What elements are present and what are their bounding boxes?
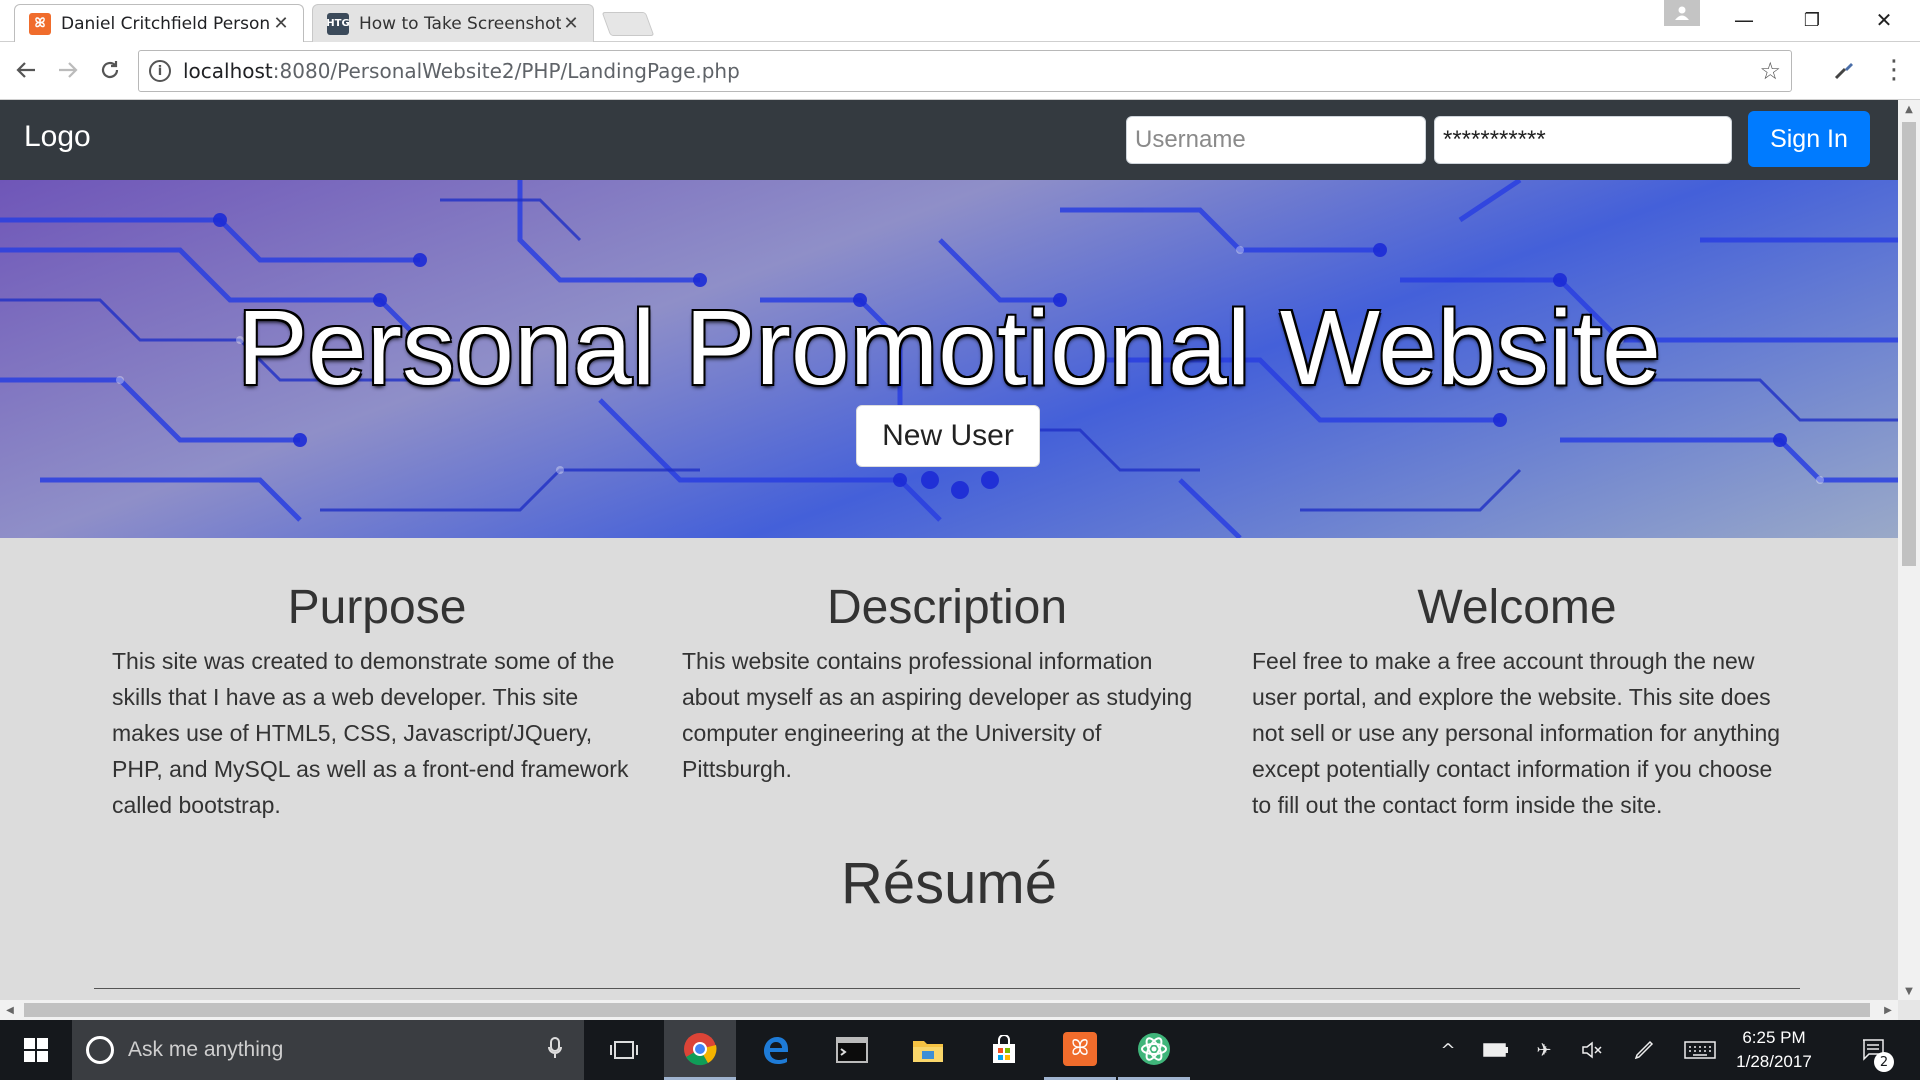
description-section: Description This website contains profes… — [682, 580, 1212, 787]
touch-keyboard-icon[interactable] — [1680, 1020, 1720, 1080]
close-icon[interactable]: ✕ — [271, 13, 291, 34]
browser-toolbar: i localhost :8080/PersonalWebsite2/PHP/L… — [0, 42, 1920, 100]
store-taskbar-icon[interactable] — [968, 1020, 1040, 1080]
new-tab-button[interactable] — [601, 12, 655, 36]
reload-button[interactable] — [92, 52, 128, 88]
menu-kebab-icon[interactable]: ⋮ — [1876, 52, 1912, 88]
site-logo[interactable]: Logo — [24, 120, 91, 154]
xampp-icon: ꕤ — [29, 12, 51, 35]
task-view-icon[interactable] — [588, 1020, 660, 1080]
battery-icon[interactable] — [1478, 1020, 1514, 1080]
notification-center-icon[interactable]: 2 — [1852, 1020, 1896, 1080]
url-host: localhost — [183, 59, 273, 83]
scroll-up-arrow-icon[interactable]: ▲ — [1898, 100, 1920, 118]
restore-button[interactable]: ❐ — [1784, 0, 1840, 40]
system-clock[interactable]: 6:25 PM 1/28/2017 — [1726, 1026, 1822, 1074]
arrow-right-icon — [59, 62, 78, 78]
section-text: Feel free to make a free account through… — [1252, 648, 1781, 818]
scroll-down-arrow-icon[interactable]: ▼ — [1898, 982, 1920, 1000]
resume-heading: Résumé — [841, 851, 1057, 916]
tab-title: Daniel Critchfield Persona — [61, 13, 271, 34]
volume-muted-icon[interactable] — [1574, 1020, 1610, 1080]
file-explorer-taskbar-icon[interactable] — [892, 1020, 964, 1080]
section-title: Purpose — [287, 581, 467, 634]
eyedropper-extension-icon[interactable] — [1826, 52, 1862, 88]
chevron-up-icon[interactable]: ^ — [1432, 1020, 1464, 1080]
windows-taskbar: Ask me anything ꕤ ^ ✈ 6:25 PM 1/28/2017 … — [0, 1020, 1920, 1080]
section-text: This site was created to demonstrate som… — [112, 648, 629, 818]
address-bar[interactable]: i localhost :8080/PersonalWebsite2/PHP/L… — [138, 50, 1792, 92]
atom-taskbar-icon[interactable] — [1118, 1020, 1190, 1080]
search-placeholder: Ask me anything — [128, 1038, 284, 1061]
tab-how-to-take-screenshots[interactable]: HTG How to Take Screenshots ✕ — [312, 4, 594, 42]
cortana-search-box[interactable]: Ask me anything — [72, 1020, 584, 1080]
info-icon[interactable]: i — [149, 60, 171, 82]
start-button[interactable] — [0, 1020, 72, 1080]
username-input[interactable] — [1126, 116, 1426, 164]
site-navbar: Logo Sign In — [0, 100, 1898, 180]
minimize-button[interactable]: — — [1716, 0, 1772, 40]
horizontal-scrollbar[interactable]: ◀ ▶ — [0, 1000, 1898, 1020]
scroll-left-arrow-icon[interactable]: ◀ — [0, 1000, 20, 1020]
close-icon[interactable]: ✕ — [561, 13, 581, 34]
edge-taskbar-icon[interactable] — [740, 1020, 812, 1080]
new-user-button[interactable]: New User — [856, 405, 1040, 467]
microphone-icon[interactable] — [548, 1036, 562, 1064]
back-button[interactable] — [8, 52, 44, 88]
vertical-scroll-thumb[interactable] — [1902, 122, 1916, 566]
airplane-mode-icon[interactable]: ✈ — [1526, 1020, 1562, 1080]
chrome-taskbar-icon[interactable] — [664, 1020, 736, 1080]
tab-title: How to Take Screenshots — [359, 13, 561, 34]
section-title: Description — [826, 581, 1068, 634]
section-text: This website contains professional infor… — [682, 648, 1193, 782]
password-input[interactable] — [1434, 116, 1732, 164]
hero-banner: Personal Promotional Website New User — [0, 180, 1898, 538]
xampp-taskbar-icon[interactable]: ꕤ — [1044, 1020, 1116, 1080]
reload-icon — [101, 61, 119, 79]
cortana-icon — [86, 1036, 114, 1064]
clock-date: 1/28/2017 — [1736, 1052, 1812, 1071]
clock-time: 6:25 PM — [1742, 1028, 1806, 1047]
windows-logo-icon — [24, 1038, 48, 1062]
vertical-scrollbar[interactable]: ▲ ▼ — [1898, 100, 1920, 1000]
forward-button[interactable] — [50, 52, 86, 88]
scrollbar-corner — [1898, 1000, 1920, 1020]
terminal-taskbar-icon[interactable] — [816, 1020, 888, 1080]
scroll-right-arrow-icon[interactable]: ▶ — [1878, 1000, 1898, 1020]
pen-ink-icon[interactable] — [1626, 1020, 1662, 1080]
horizontal-scroll-thumb[interactable] — [24, 1003, 1870, 1017]
purpose-section: Purpose This site was created to demonst… — [112, 580, 642, 823]
notification-count-badge: 2 — [1874, 1052, 1894, 1072]
resume-divider — [94, 988, 1800, 989]
browser-tabstrip: ꕤ Daniel Critchfield Persona ✕ HTG How t… — [0, 0, 1920, 42]
bookmark-star-icon[interactable]: ☆ — [1759, 57, 1781, 85]
welcome-section: Welcome Feel free to make a free account… — [1252, 580, 1782, 823]
url-path: :8080/PersonalWebsite2/PHP/LandingPage.p… — [272, 59, 740, 83]
page-viewport: Logo Sign In — [0, 100, 1898, 1000]
sign-in-button[interactable]: Sign In — [1748, 111, 1870, 167]
window-close-button[interactable]: ✕ — [1856, 0, 1912, 40]
profile-icon[interactable] — [1664, 0, 1700, 26]
htg-icon: HTG — [326, 12, 350, 35]
arrow-left-icon — [16, 62, 35, 78]
hero-title: Personal Promotional Website — [237, 289, 1661, 407]
section-title: Welcome — [1417, 581, 1617, 634]
tab-personal-website[interactable]: ꕤ Daniel Critchfield Persona ✕ — [14, 4, 304, 42]
